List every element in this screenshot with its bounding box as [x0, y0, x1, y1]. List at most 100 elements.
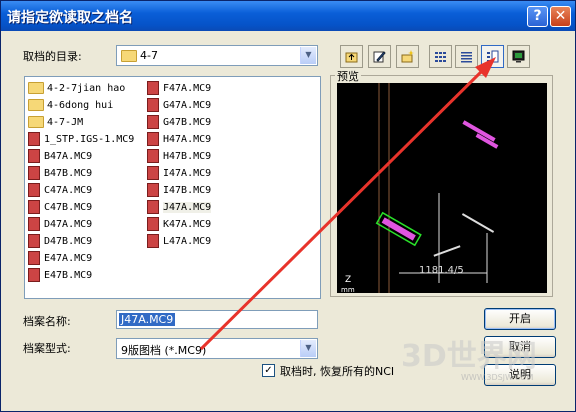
- file-column-1: 4-2-7jian hao 4-6dong hui 4-7-JM 1_STP.IGS-…: [28, 80, 134, 284]
- unit-label: mm: [341, 286, 355, 293]
- title-bar[interactable]: 请指定欲读取之档名 ? ✕: [1, 1, 575, 31]
- file-name: C47B.MC9: [44, 202, 93, 213]
- file-icon: [28, 166, 40, 180]
- file-icon: [147, 98, 159, 112]
- file-name: D47B.MC9: [44, 236, 93, 247]
- file-icon: [28, 132, 40, 146]
- filename-label: 档案名称:: [23, 315, 71, 328]
- file-name: 4-2-7jian hao: [47, 83, 126, 94]
- view-preview-button[interactable]: [481, 45, 504, 68]
- folder-item[interactable]: 4-6dong hui: [28, 97, 134, 114]
- file-name: 1_STP.IGS-1.MC9: [44, 134, 135, 145]
- file-item[interactable]: E47B.MC9: [28, 267, 134, 284]
- file-name: J47A.MC9: [163, 202, 212, 213]
- folder-icon: [121, 50, 137, 62]
- close-button[interactable]: ✕: [550, 6, 571, 27]
- file-icon: [28, 268, 40, 282]
- watermark-text: 3D世界网: [401, 339, 537, 374]
- up-folder-icon: [345, 52, 358, 63]
- chevron-down-icon[interactable]: ▼: [300, 47, 316, 64]
- file-item[interactable]: L47A.MC9: [147, 233, 211, 250]
- file-name: I47A.MC9: [163, 168, 212, 179]
- file-name: E47A.MC9: [44, 253, 93, 264]
- file-name: C47A.MC9: [44, 185, 93, 196]
- file-item[interactable]: I47B.MC9: [147, 182, 211, 199]
- file-item[interactable]: D47A.MC9: [28, 216, 134, 233]
- file-icon: [28, 251, 40, 265]
- file-name: G47A.MC9: [163, 100, 212, 111]
- chevron-down-icon[interactable]: ▼: [300, 340, 316, 357]
- dimension-text: 1181.4/5: [419, 265, 464, 276]
- file-name: H47A.MC9: [163, 134, 212, 145]
- filename-input[interactable]: J47A.MC9: [116, 310, 318, 329]
- file-name: L47A.MC9: [163, 236, 212, 247]
- filetype-combo[interactable]: 9版图档 (*.MC9) ▼: [116, 338, 318, 359]
- file-item[interactable]: C47B.MC9: [28, 199, 134, 216]
- file-item[interactable]: H47B.MC9: [147, 148, 211, 165]
- file-icon: [28, 149, 40, 163]
- file-name: B47A.MC9: [44, 151, 93, 162]
- file-name: B47B.MC9: [44, 168, 93, 179]
- restore-nci-label: 取档时, 恢复所有的NCI: [280, 365, 395, 378]
- file-name: D47A.MC9: [44, 219, 93, 230]
- view-details-button[interactable]: [455, 45, 478, 68]
- file-icon: [28, 234, 40, 248]
- file-item[interactable]: G47B.MC9: [147, 114, 211, 131]
- file-icon: [147, 149, 159, 163]
- details-view-icon: [461, 52, 472, 63]
- file-item[interactable]: G47A.MC9: [147, 97, 211, 114]
- file-item[interactable]: B47B.MC9: [28, 165, 134, 182]
- file-name: I47B.MC9: [163, 185, 212, 196]
- file-item[interactable]: E47A.MC9: [28, 250, 134, 267]
- folder-item[interactable]: 4-7-JM: [28, 114, 134, 131]
- open-button[interactable]: 开启: [484, 308, 556, 330]
- pencil-icon: [373, 51, 386, 63]
- file-icon: [147, 132, 159, 146]
- file-icon: [28, 183, 40, 197]
- file-name: G47B.MC9: [163, 117, 212, 128]
- help-button[interactable]: ?: [527, 6, 548, 27]
- file-item[interactable]: B47A.MC9: [28, 148, 134, 165]
- file-name: 4-7-JM: [47, 117, 84, 128]
- file-name: K47A.MC9: [163, 219, 212, 230]
- file-icon: [147, 183, 159, 197]
- axis-label: Z: [345, 275, 351, 285]
- view-list-button[interactable]: [429, 45, 452, 68]
- monitor-icon: [512, 50, 525, 63]
- file-item[interactable]: J47A.MC9: [147, 199, 212, 216]
- file-item[interactable]: C47A.MC9: [28, 182, 134, 199]
- filetype-label: 档案型式:: [23, 342, 71, 355]
- file-icon: [28, 200, 40, 214]
- restore-nci-checkbox[interactable]: ✓: [262, 364, 275, 377]
- file-item[interactable]: 1_STP.IGS-1.MC9: [28, 131, 134, 148]
- file-item[interactable]: F47A.MC9: [147, 80, 211, 97]
- file-item[interactable]: H47A.MC9: [147, 131, 211, 148]
- folder-icon: [28, 116, 44, 128]
- preview-view-icon: [487, 50, 499, 63]
- file-icon: [147, 200, 159, 214]
- window-title: 请指定欲读取之档名: [7, 10, 133, 26]
- preview-canvas: Z mm 1181.4/5: [337, 83, 547, 294]
- folder-item[interactable]: 4-2-7jian hao: [28, 80, 134, 97]
- file-icon: [28, 217, 40, 231]
- new-folder-button[interactable]: [396, 45, 419, 68]
- screen-button[interactable]: [507, 45, 530, 68]
- file-column-2: F47A.MC9 G47A.MC9 G47B.MC9 H47A.MC9 H47B.MC9…: [147, 80, 212, 250]
- file-open-dialog: 请指定欲读取之档名 ? ✕ 取档的目录: 4-7 ▼ 4-2-7jian hao…: [0, 0, 576, 412]
- directory-combo[interactable]: 4-7 ▼: [116, 45, 318, 66]
- file-item[interactable]: D47B.MC9: [28, 233, 134, 250]
- preview-label: 预览: [335, 68, 361, 84]
- edit-button[interactable]: [368, 45, 391, 68]
- file-item[interactable]: I47A.MC9: [147, 165, 211, 182]
- list-view-icon: [435, 52, 446, 62]
- file-item[interactable]: K47A.MC9: [147, 216, 211, 233]
- file-icon: [147, 234, 159, 248]
- filetype-value: 9版图档 (*.MC9): [121, 344, 207, 357]
- file-icon: [147, 81, 159, 95]
- folder-icon: [28, 99, 44, 111]
- watermark-url: WWW.3DSJW.COM: [461, 373, 534, 382]
- file-name: F47A.MC9: [163, 83, 212, 94]
- file-list[interactable]: 4-2-7jian hao 4-6dong hui 4-7-JM 1_STP.IGS-…: [24, 76, 321, 299]
- up-folder-button[interactable]: [340, 45, 363, 68]
- preview-drawing: Z mm 1181.4/5: [341, 83, 499, 294]
